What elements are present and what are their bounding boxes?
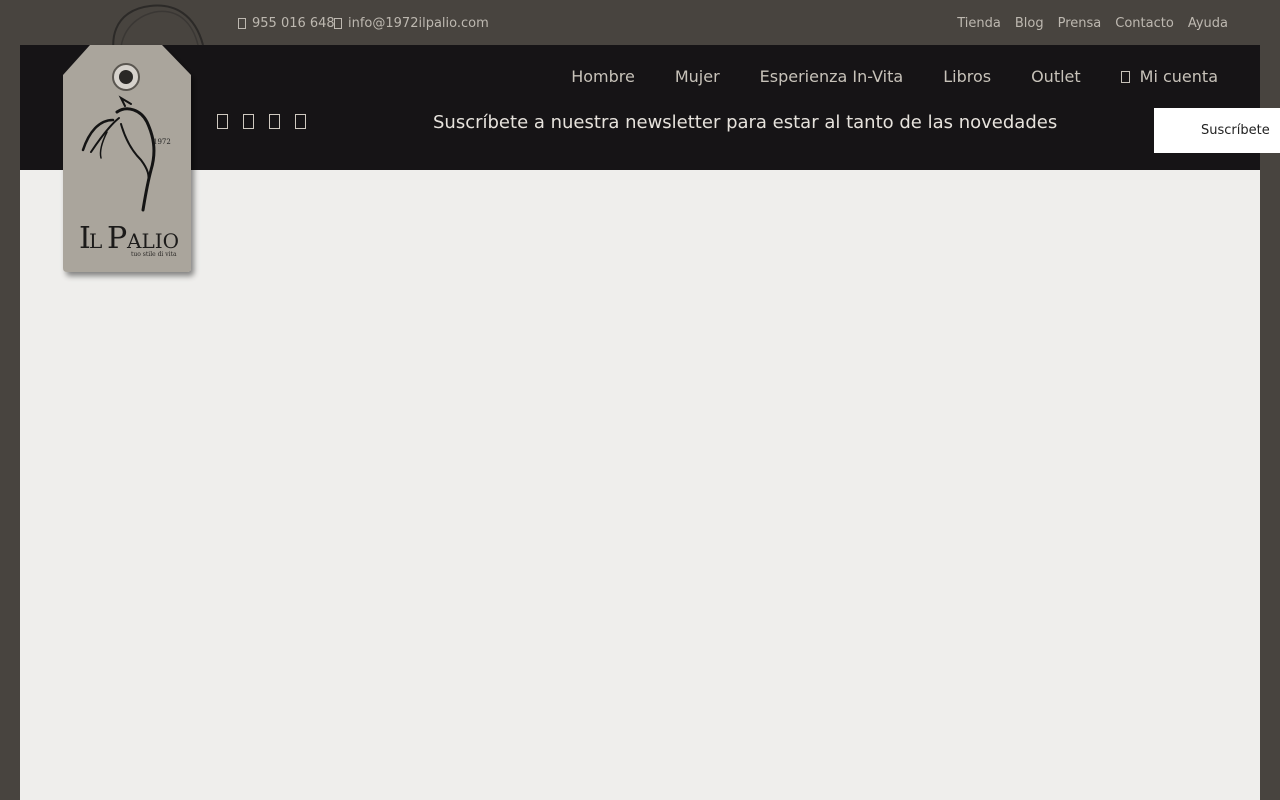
link-tienda[interactable]: Tienda: [957, 16, 1001, 31]
il-palio-logo[interactable]: 1972 I L P ALIO tuo stile di vita: [55, 0, 210, 285]
email-contact[interactable]: info@1972ilpalio.com: [334, 16, 489, 31]
nav-hombre[interactable]: Hombre: [571, 67, 635, 86]
envelope-icon: [334, 18, 342, 29]
social-icon-3[interactable]: [269, 114, 280, 129]
nav-mi-cuenta[interactable]: Mi cuenta: [1120, 67, 1218, 86]
user-icon: [1120, 70, 1130, 83]
svg-text:L: L: [89, 229, 102, 253]
social-icon-4[interactable]: [295, 114, 306, 129]
svg-text:ALIO: ALIO: [126, 229, 179, 253]
logo-tagline: tuo stile di vita: [131, 251, 177, 258]
social-icon-2[interactable]: [243, 114, 254, 129]
nav-esperienza-in-vita[interactable]: Esperienza In-Vita: [760, 67, 904, 86]
main-navigation: Hombre Mujer Esperienza In-Vita Libros O…: [571, 67, 1218, 86]
phone-icon: [238, 18, 246, 29]
link-contacto[interactable]: Contacto: [1115, 16, 1174, 31]
nav-libros[interactable]: Libros: [943, 67, 991, 86]
phone-contact[interactable]: 955 016 648: [238, 16, 335, 31]
subscribe-button[interactable]: Suscríbete: [1154, 108, 1280, 153]
newsletter-text: Suscríbete a nuestra newsletter para est…: [433, 112, 1058, 133]
phone-number: 955 016 648: [252, 16, 335, 31]
nav-outlet[interactable]: Outlet: [1031, 67, 1081, 86]
nav-mujer[interactable]: Mujer: [675, 67, 720, 86]
social-links: [217, 114, 306, 129]
utility-links: Tienda Blog Prensa Contacto Ayuda: [957, 16, 1228, 31]
logo-year: 1972: [153, 138, 171, 146]
svg-text:P: P: [107, 221, 127, 256]
social-icon-1[interactable]: [217, 114, 228, 129]
link-ayuda[interactable]: Ayuda: [1188, 16, 1228, 31]
link-prensa[interactable]: Prensa: [1058, 16, 1102, 31]
link-blog[interactable]: Blog: [1015, 16, 1044, 31]
mi-cuenta-label: Mi cuenta: [1139, 67, 1218, 86]
email-address: info@1972ilpalio.com: [348, 16, 489, 31]
